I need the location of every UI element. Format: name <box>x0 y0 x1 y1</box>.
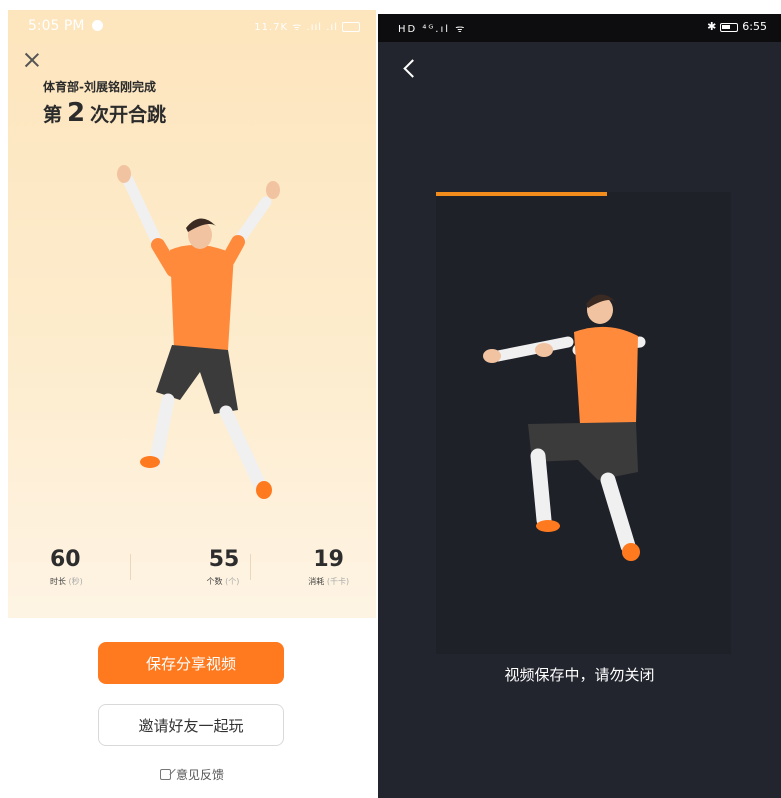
stat-calories: 19 消耗 (千卡) <box>281 546 376 602</box>
stat-duration-unit: (秒) <box>68 577 83 586</box>
status-right-group: ✱ 6:55 <box>707 20 767 33</box>
stat-divider <box>250 554 251 580</box>
left-phone-screen: 5:05 PM 11.7K ᯤ .ııl .ıl 体育部-刘展铭刚完成 第 2 … <box>8 10 376 798</box>
feedback-label: 意见反馈 <box>175 768 224 782</box>
stat-duration: 60 时长 (秒) <box>8 546 145 602</box>
title-suffix: 次开合跳 <box>90 104 167 126</box>
stat-calories-value: 19 <box>313 547 344 572</box>
stat-calories-unit: (千卡) <box>326 577 350 586</box>
stat-duration-label-text: 时长 <box>50 577 66 586</box>
battery-icon <box>342 22 360 32</box>
workout-stats-row: 60 时长 (秒) 55 个数 (个) 19 消耗 (千卡) <box>8 546 376 602</box>
save-share-video-button[interactable]: 保存分享视频 <box>98 642 284 684</box>
stat-count: 55 个数 (个) <box>145 546 282 602</box>
save-progress-bar <box>436 192 731 196</box>
exercise-count-number: 2 <box>67 98 86 128</box>
status-indicators: HD ⁴ᴳ.ıl ᯤ <box>398 24 467 35</box>
status-bar: 5:05 PM 11.7K ᯤ .ııl .ıl <box>8 10 376 46</box>
stat-calories-label: 消耗 (千卡) <box>281 576 376 587</box>
completion-subtitle: 体育部-刘展铭刚完成 <box>43 80 156 94</box>
feedback-link[interactable]: 意见反馈 <box>8 766 376 783</box>
exercise-count-title: 第 2 次开合跳 <box>43 98 166 128</box>
close-icon[interactable] <box>22 50 42 70</box>
status-indicators: 11.7K ᯤ .ııl .ıl <box>254 19 360 33</box>
battery-icon <box>720 22 739 32</box>
result-header-area: 5:05 PM 11.7K ᯤ .ııl .ıl 体育部-刘展铭刚完成 第 2 … <box>8 10 376 618</box>
action-area: 保存分享视频 邀请好友一起玩 意见反馈 <box>8 618 376 798</box>
stat-calories-label-text: 消耗 <box>308 577 325 586</box>
status-indicators-text: 11.7K ᯤ .ııl .ıl <box>254 22 338 33</box>
stat-count-value: 55 <box>208 547 240 572</box>
status-bar: HD ⁴ᴳ.ıl ᯤ ✱ 6:55 <box>378 14 781 42</box>
stat-count-unit: (个) <box>225 577 240 586</box>
invite-friends-button[interactable]: 邀请好友一起玩 <box>98 704 284 746</box>
stat-divider <box>130 554 131 580</box>
jumping-jack-figure-illustration <box>117 165 280 499</box>
status-time: 5:05 PM <box>28 18 85 34</box>
notification-icon <box>92 20 103 31</box>
stat-count-label: 个数 (个) <box>145 576 240 587</box>
squat-figure-illustration <box>483 294 646 561</box>
saving-status-message: 视频保存中，请勿关闭 <box>504 666 655 684</box>
title-prefix: 第 <box>43 104 63 126</box>
edit-icon <box>159 769 171 780</box>
right-phone-screen: HD ⁴ᴳ.ıl ᯤ ✱ 6:55 视频保存中，请勿关闭 <box>378 14 781 798</box>
save-progress-fill <box>436 192 608 196</box>
stat-count-label-text: 个数 <box>206 577 223 586</box>
back-arrow-icon[interactable] <box>400 58 422 80</box>
status-time: 6:55 <box>742 20 767 33</box>
